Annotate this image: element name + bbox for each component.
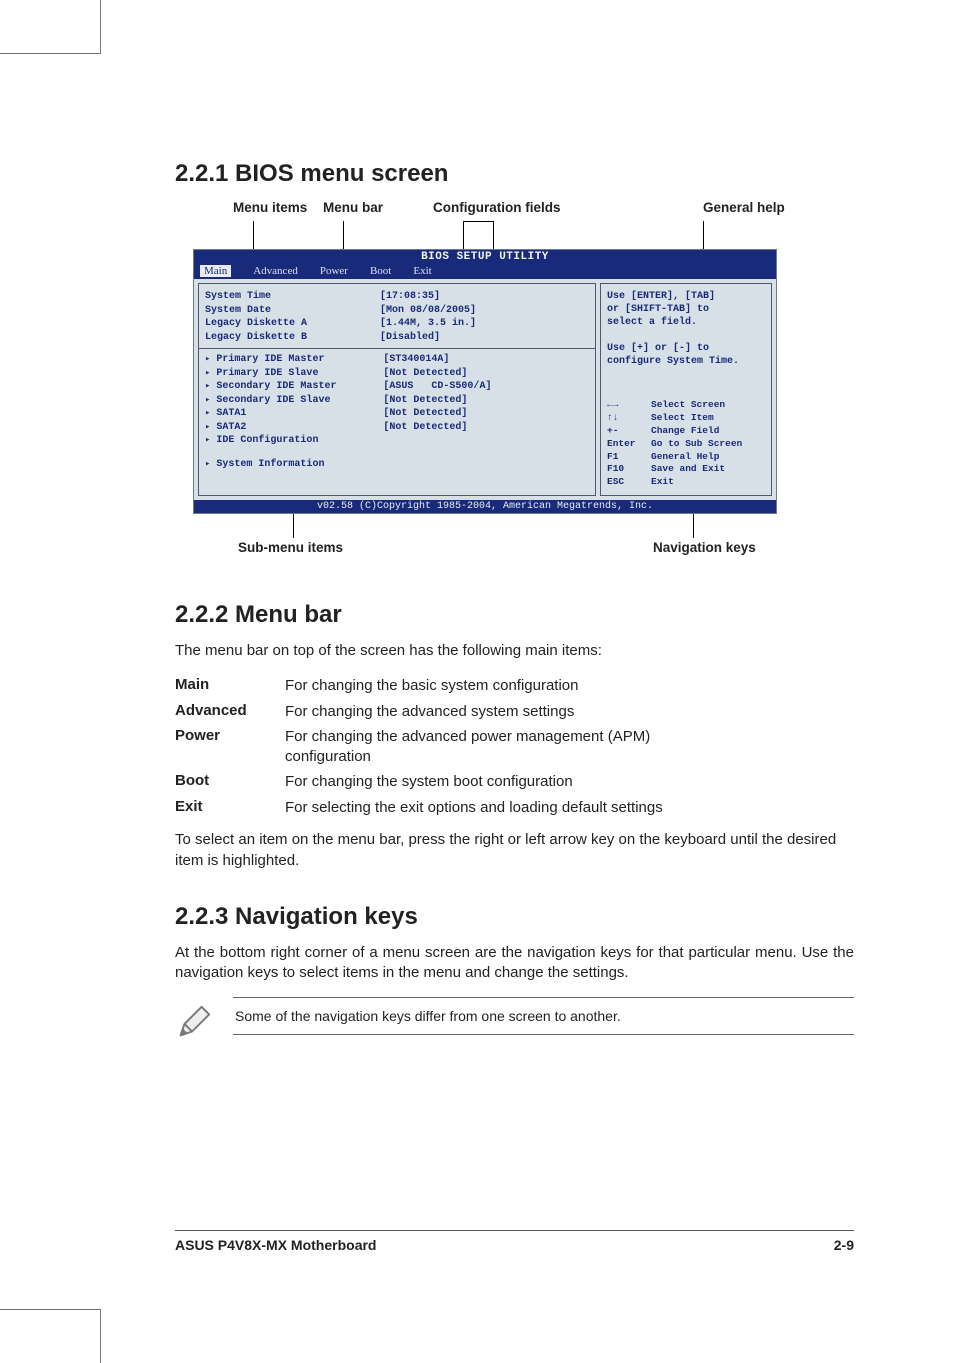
nav-key: ESC (607, 476, 651, 489)
crop-mark (100, 1309, 101, 1363)
nav-action: Save and Exit (651, 463, 725, 476)
nav-key: ↑↓ (607, 412, 651, 425)
submenu-label[interactable]: Secondary IDE Slave (216, 394, 383, 408)
nav-action: Change Field (651, 425, 719, 438)
heading-222: 2.2.2 Menu bar (175, 601, 854, 629)
submenu-value: [Not Detected] (383, 421, 467, 435)
submenu-label[interactable]: IDE Configuration (216, 434, 383, 448)
bios-help-text: Use [ENTER], [TAB] or [SHIFT-TAB] to sel… (607, 290, 765, 368)
note-pencil-icon (175, 997, 217, 1046)
field-label: System Date (205, 304, 380, 318)
menu-name: Main (175, 673, 285, 699)
bios-tab-main[interactable]: Main (200, 265, 231, 277)
nav-key: Enter (607, 438, 651, 451)
heading-223: 2.2.3 Navigation keys (175, 903, 854, 931)
field-value[interactable]: [17:08:35] (380, 290, 440, 304)
bios-title: BIOS SETUP UTILITY (194, 250, 776, 264)
submenu-label[interactable]: Primary IDE Slave (216, 367, 383, 381)
nav-action: Select Item (651, 412, 714, 425)
page-footer: ASUS P4V8X-MX Motherboard 2-9 (175, 1230, 854, 1253)
nav-key: F1 (607, 451, 651, 464)
bios-figure: Menu items Menu bar Configuration fields… (193, 200, 854, 555)
field-value[interactable]: [Disabled] (380, 331, 440, 345)
menubar-outro: To select an item on the menu bar, press… (175, 830, 854, 871)
submenu-label[interactable]: SATA2 (216, 421, 383, 435)
submenu-value: [Not Detected] (383, 394, 467, 408)
callout-menu-bar: Menu bar (323, 200, 423, 215)
note-box: Some of the navigation keys differ from … (175, 997, 854, 1046)
submenu-value: [ASUS CD-S500/A] (383, 380, 491, 394)
menubar-intro: The menu bar on top of the screen has th… (175, 641, 854, 661)
nav-key: +- (607, 425, 651, 438)
bios-tab-power[interactable]: Power (320, 265, 348, 277)
crop-mark (0, 53, 100, 54)
note-text: Some of the navigation keys differ from … (233, 997, 854, 1035)
leader-lines-bottom (193, 514, 854, 538)
bios-help-panel: Use [ENTER], [TAB] or [SHIFT-TAB] to sel… (600, 283, 772, 496)
bios-tab-advanced[interactable]: Advanced (253, 265, 298, 277)
navkeys-para: At the bottom right corner of a menu scr… (175, 943, 854, 984)
menu-name: Advanced (175, 699, 285, 725)
submenu-label[interactable]: Primary IDE Master (216, 353, 383, 367)
callout-nav-keys: Navigation keys (653, 540, 756, 555)
footer-left: ASUS P4V8X-MX Motherboard (175, 1237, 376, 1253)
submenu-value: [Not Detected] (383, 407, 467, 421)
callout-config-fields: Configuration fields (433, 200, 633, 215)
field-label: System Time (205, 290, 380, 304)
menubar-table: MainFor changing the basic system config… (175, 673, 705, 820)
submenu-label[interactable]: Secondary IDE Master (216, 380, 383, 394)
callout-general-help: General help (703, 200, 785, 215)
bios-main-panel: System Time[17:08:35] System Date[Mon 08… (198, 283, 596, 496)
nav-action: Exit (651, 476, 674, 489)
field-label: Legacy Diskette A (205, 317, 380, 331)
bios-screen: BIOS SETUP UTILITY Main Advanced Power B… (193, 249, 777, 514)
menu-desc: For changing the basic system configurat… (285, 673, 705, 699)
menu-name: Exit (175, 795, 285, 821)
bios-tab-boot[interactable]: Boot (370, 265, 391, 277)
menu-desc: For changing the advanced power manageme… (285, 724, 705, 769)
field-label: Legacy Diskette B (205, 331, 380, 345)
nav-action: Go to Sub Screen (651, 438, 742, 451)
nav-action: General Help (651, 451, 719, 464)
callout-submenu-items: Sub-menu items (238, 540, 438, 555)
menu-desc: For changing the advanced system setting… (285, 699, 705, 725)
nav-action: Select Screen (651, 399, 725, 412)
bios-tab-exit[interactable]: Exit (413, 265, 431, 277)
submenu-label[interactable]: System Information (216, 458, 383, 472)
bios-footer: v02.58 (C)Copyright 1985-2004, American … (194, 500, 776, 513)
bios-nav-keys: ←→Select Screen ↑↓Select Item +-Change F… (607, 399, 765, 489)
submenu-value: [Not Detected] (383, 367, 467, 381)
bios-menubar: Main Advanced Power Boot Exit (194, 264, 776, 279)
menu-name: Power (175, 724, 285, 769)
submenu-value: [ST340014A] (383, 353, 449, 367)
nav-key: F10 (607, 463, 651, 476)
submenu-label[interactable]: SATA1 (216, 407, 383, 421)
footer-right: 2-9 (834, 1237, 854, 1253)
menu-name: Boot (175, 769, 285, 795)
field-value[interactable]: [Mon 08/08/2005] (380, 304, 476, 318)
callout-menu-items: Menu items (233, 200, 323, 215)
menu-desc: For changing the system boot configurati… (285, 769, 705, 795)
heading-221: 2.2.1 BIOS menu screen (175, 160, 854, 188)
field-value[interactable]: [1.44M, 3.5 in.] (380, 317, 476, 331)
leader-lines-top (193, 221, 854, 249)
nav-key: ←→ (607, 399, 651, 412)
crop-mark (0, 1309, 100, 1310)
crop-mark (100, 0, 101, 54)
menu-desc: For selecting the exit options and loadi… (285, 795, 705, 821)
